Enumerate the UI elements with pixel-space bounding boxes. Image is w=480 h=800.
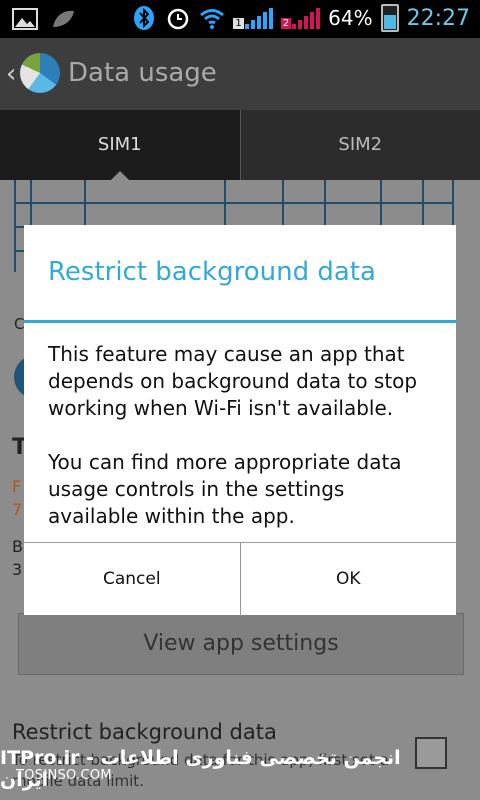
dialog-buttons: Cancel OK [24, 542, 456, 616]
clock: 22:27 [406, 5, 470, 31]
watermark-site: TOSINSO.COM [16, 768, 112, 783]
sim-tabs: SIM1 SIM2 [0, 110, 480, 180]
tab-sim2[interactable]: SIM2 [241, 110, 480, 180]
back-icon[interactable]: ‹ [6, 61, 16, 87]
sim2-badge: 2 [280, 18, 292, 29]
cancel-button[interactable]: Cancel [24, 543, 240, 616]
alarm-icon [168, 8, 189, 30]
signal-bars-icon [244, 7, 273, 29]
bluetooth-icon [134, 6, 155, 30]
dialog-title-divider [24, 320, 456, 323]
partial-text: C [14, 315, 25, 333]
restrict-background-title: Restrict background data [12, 720, 277, 744]
view-app-settings-button[interactable]: View app settings [18, 613, 464, 675]
page-title: Data usage [68, 58, 217, 88]
partial-text: 3 [12, 560, 23, 579]
battery-percent: 64% [328, 6, 373, 30]
data-usage-app-icon[interactable] [20, 53, 60, 93]
dialog-message-paragraph: This feature may cause an app that depen… [48, 342, 418, 420]
battery-icon [380, 4, 399, 32]
ok-button[interactable]: OK [239, 543, 457, 616]
image-icon [12, 8, 38, 30]
leaf-icon [53, 10, 74, 27]
partial-text: F [12, 477, 22, 496]
dialog-message: This feature may cause an app that depen… [48, 341, 440, 557]
sim1-signal: 1 [233, 7, 273, 29]
restrict-background-dialog: Restrict background data This feature ma… [24, 225, 456, 616]
sim1-badge: 1 [233, 18, 244, 29]
dialog-message-paragraph: You can find more appropriate data usage… [48, 450, 402, 528]
wifi-icon [200, 9, 225, 29]
tab-sim1[interactable]: SIM1 [0, 110, 241, 180]
signal-bars-icon [292, 7, 321, 29]
sim2-signal: 2 [280, 7, 321, 29]
dialog-title: Restrict background data [48, 257, 376, 287]
status-bar: 1 2 64% 22:27 [0, 0, 480, 38]
partial-text: B [12, 537, 23, 556]
partial-text: 7 [12, 500, 23, 519]
action-bar: ‹ Data usage [0, 38, 480, 110]
